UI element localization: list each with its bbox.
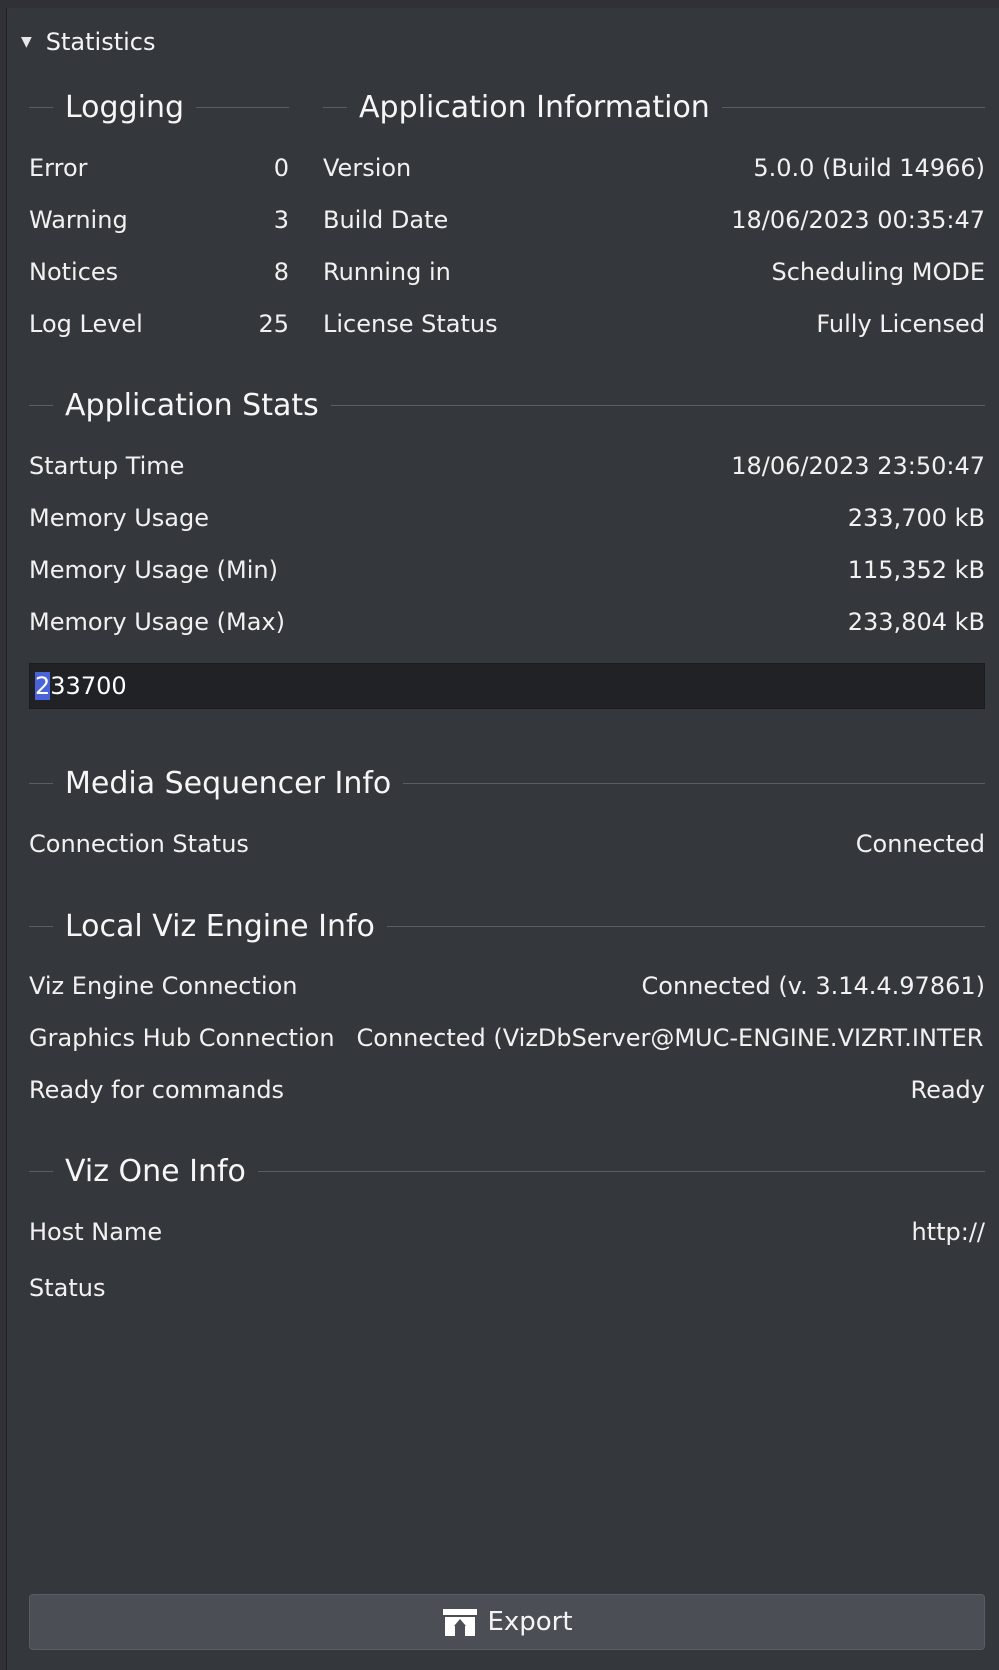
- row-label: Viz Engine Connection: [29, 972, 298, 1000]
- viz-engine-row-graphics-hub: Graphics Hub Connection Connected (VizDb…: [29, 1018, 985, 1058]
- section-title: Statistics: [45, 28, 156, 56]
- row-value: Connected (v. 3.14.4.97861): [641, 972, 986, 1000]
- row-label: Connection Status: [29, 830, 249, 858]
- viz-one-group-header: Viz One Info: [29, 1149, 985, 1193]
- row-value: Scheduling MODE: [771, 258, 985, 286]
- row-value: Fully Licensed: [816, 310, 985, 338]
- app-info-row-build-date: Build Date 18/06/2023 00:35:47: [323, 200, 985, 240]
- row-label: Build Date: [323, 206, 449, 234]
- app-info-row-running-in: Running in Scheduling MODE: [323, 252, 985, 292]
- row-value: 5.0.0 (Build 14966): [753, 154, 985, 182]
- viz-engine-title: Local Viz Engine Info: [65, 908, 375, 944]
- row-value: 3: [273, 206, 289, 234]
- export-label: Export: [487, 1607, 573, 1637]
- triangle-down-icon: ▼: [21, 34, 32, 50]
- viz-one-row-host-name: Host Name http://: [29, 1212, 985, 1252]
- app-info-row-version: Version 5.0.0 (Build 14966): [323, 148, 985, 188]
- row-value: 115,352 kB: [847, 556, 985, 584]
- app-info-title: Application Information: [359, 89, 710, 125]
- row-value: 8: [273, 258, 289, 286]
- logging-row-error: Error 0: [29, 148, 289, 188]
- viz-engine-row-connection: Viz Engine Connection Connected (v. 3.14…: [29, 966, 985, 1006]
- statistics-section-toggle[interactable]: ▼ Statistics: [21, 20, 156, 64]
- row-label: License Status: [323, 310, 498, 338]
- row-value: 25: [258, 310, 289, 338]
- app-info-row-license-status: License Status Fully Licensed: [323, 304, 985, 344]
- stats-row-memory-usage: Memory Usage 233,700 kB: [29, 498, 985, 538]
- row-value: 18/06/2023 00:35:47: [731, 206, 985, 234]
- field-text: 33700: [50, 672, 127, 700]
- row-label: Memory Usage: [29, 504, 210, 532]
- viz-engine-group-header: Local Viz Engine Info: [29, 904, 985, 948]
- stats-row-startup-time: Startup Time 18/06/2023 23:50:47: [29, 446, 985, 486]
- row-label: Notices: [29, 258, 119, 286]
- row-value: 233,700 kB: [847, 504, 985, 532]
- export-button[interactable]: Export: [29, 1594, 985, 1650]
- row-label: Log Level: [29, 310, 143, 338]
- viz-engine-row-ready: Ready for commands Ready: [29, 1070, 985, 1110]
- stats-row-memory-min: Memory Usage (Min) 115,352 kB: [29, 550, 985, 590]
- row-label: Startup Time: [29, 452, 185, 480]
- row-label: Host Name: [29, 1218, 163, 1246]
- row-label: Graphics Hub Connection: [29, 1024, 335, 1052]
- media-sequencer-row-connection-status: Connection Status Connected: [29, 824, 985, 864]
- logging-row-log-level: Log Level 25: [29, 304, 289, 344]
- logging-group-header: Logging: [29, 85, 289, 129]
- row-value: 0: [273, 154, 289, 182]
- media-sequencer-title: Media Sequencer Info: [65, 765, 392, 801]
- row-label: Version: [323, 154, 412, 182]
- logging-row-warning: Warning 3: [29, 200, 289, 240]
- app-info-group-header: Application Information: [323, 85, 985, 129]
- app-stats-group-header: Application Stats: [29, 383, 985, 427]
- viz-one-title: Viz One Info: [65, 1153, 246, 1189]
- row-label: Status: [29, 1274, 106, 1302]
- memory-usage-field[interactable]: 2 33700: [29, 663, 985, 709]
- logging-row-notices: Notices 8: [29, 252, 289, 292]
- row-label: Warning: [29, 206, 128, 234]
- row-label: Running in: [323, 258, 451, 286]
- row-label: Error: [29, 154, 88, 182]
- row-value: Connected (VizDbServer@MUC-ENGINE.VIZRT.…: [356, 1024, 984, 1052]
- stats-row-memory-max: Memory Usage (Max) 233,804 kB: [29, 602, 985, 642]
- row-label: Ready for commands: [29, 1076, 285, 1104]
- export-icon: [443, 1609, 478, 1636]
- selected-text: 2: [35, 672, 51, 700]
- viz-one-row-status: Status: [29, 1268, 985, 1308]
- logging-title: Logging: [65, 89, 185, 125]
- row-value: http://: [911, 1218, 985, 1246]
- media-sequencer-group-header: Media Sequencer Info: [29, 761, 985, 805]
- row-value: Ready: [910, 1076, 985, 1104]
- app-stats-title: Application Stats: [65, 387, 319, 423]
- row-value: 18/06/2023 23:50:47: [731, 452, 985, 480]
- row-label: Memory Usage (Max): [29, 608, 285, 636]
- row-value: 233,804 kB: [847, 608, 985, 636]
- statistics-panel: ▼ Statistics Logging Error 0 Warning 3 N…: [6, 8, 999, 1670]
- row-label: Memory Usage (Min): [29, 556, 278, 584]
- row-value: Connected: [855, 830, 985, 858]
